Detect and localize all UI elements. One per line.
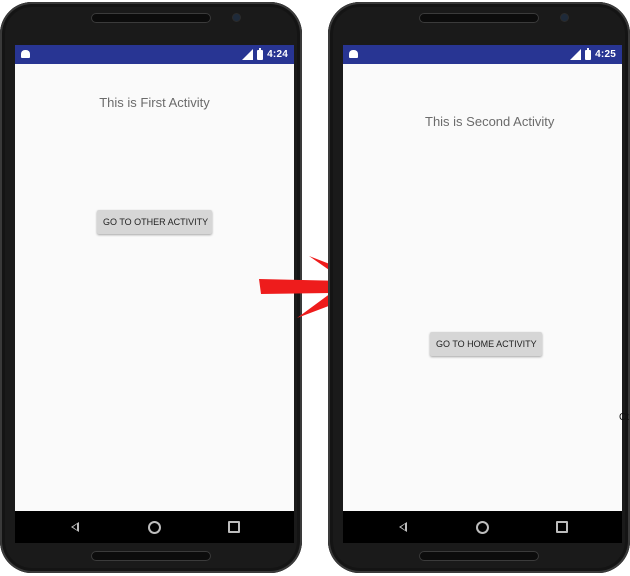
go-to-other-activity-button[interactable]: GO TO OTHER ACTIVITY bbox=[97, 210, 212, 234]
speaker-grille bbox=[419, 551, 539, 561]
navigation-bar bbox=[343, 511, 622, 543]
recents-icon[interactable] bbox=[228, 521, 240, 533]
speaker-grille bbox=[91, 13, 211, 23]
status-time: 4:24 bbox=[267, 49, 288, 60]
front-camera bbox=[561, 14, 568, 21]
activity-title: This is First Activity bbox=[99, 95, 210, 110]
go-to-home-activity-button[interactable]: GO TO HOME ACTIVITY bbox=[430, 332, 542, 356]
clipped-edge-text: Ct bbox=[619, 412, 629, 423]
screen-first-activity: 4:24 This is First Activity GO TO OTHER … bbox=[15, 45, 294, 511]
status-indicators: 4:24 bbox=[242, 45, 288, 64]
status-time: 4:25 bbox=[595, 49, 616, 60]
battery-icon bbox=[257, 47, 264, 60]
signal-icon bbox=[242, 49, 254, 60]
android-icon bbox=[21, 50, 30, 58]
back-icon[interactable] bbox=[71, 522, 79, 532]
back-icon[interactable] bbox=[399, 522, 407, 532]
signal-icon bbox=[570, 49, 582, 60]
home-icon[interactable] bbox=[476, 521, 489, 534]
front-camera bbox=[233, 14, 240, 21]
speaker-grille bbox=[419, 13, 539, 23]
status-bar: 4:24 bbox=[15, 45, 294, 64]
status-indicators: 4:25 bbox=[570, 45, 616, 64]
android-icon bbox=[349, 50, 358, 58]
navigation-bar bbox=[15, 511, 294, 543]
activity-title: This is Second Activity bbox=[425, 114, 555, 129]
status-bar: 4:25 bbox=[343, 45, 622, 64]
recents-icon[interactable] bbox=[556, 521, 568, 533]
battery-icon bbox=[585, 47, 592, 60]
screen-second-activity: 4:25 This is Second Activity GO TO HOME … bbox=[343, 45, 622, 511]
speaker-grille bbox=[91, 551, 211, 561]
phone-right: 4:25 This is Second Activity GO TO HOME … bbox=[328, 2, 630, 573]
home-icon[interactable] bbox=[148, 521, 161, 534]
